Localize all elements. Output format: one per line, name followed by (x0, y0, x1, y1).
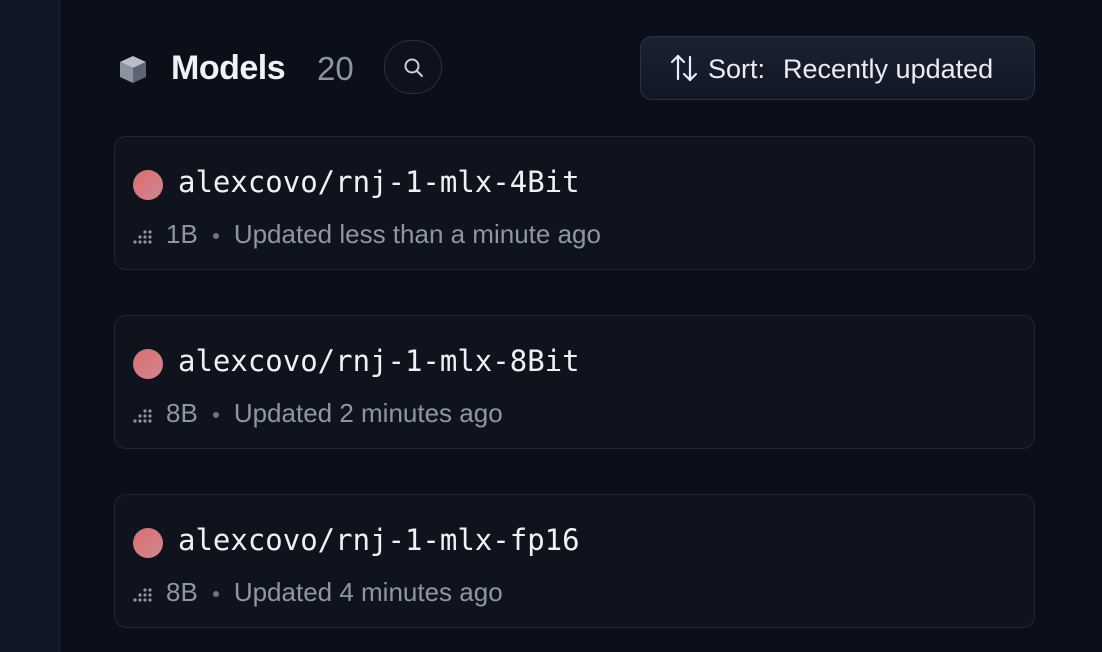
model-meta: 8B Updated 4 minutes ago (133, 577, 503, 610)
model-updated: Updated 2 minutes ago (233, 398, 503, 428)
separator-dot (212, 233, 219, 240)
cube-icon (117, 53, 149, 85)
avatar (133, 170, 163, 200)
model-updated: Updated less than a minute ago (233, 219, 601, 249)
sort-label: Sort: (708, 54, 766, 84)
models-header: Models 20 Sort: Recently updated (114, 36, 1035, 102)
separator-dot (212, 412, 219, 419)
model-params: 1B (166, 219, 198, 249)
model-card[interactable]: alexcovo/rnj-1-mlx-4Bit 1B Updated less t… (114, 136, 1035, 270)
model-meta: 8B Updated 2 minutes ago (133, 398, 503, 431)
parameters-icon (133, 400, 153, 431)
model-name[interactable]: alexcovo/rnj-1-mlx-4Bit (178, 165, 580, 199)
model-params: 8B (166, 577, 198, 607)
model-name[interactable]: alexcovo/rnj-1-mlx-fp16 (178, 523, 580, 557)
search-button[interactable] (384, 40, 442, 94)
model-params: 8B (166, 398, 198, 428)
parameters-icon (133, 579, 153, 610)
avatar (133, 528, 163, 558)
sort-value: Recently updated (783, 54, 994, 84)
sort-arrows-icon (669, 53, 699, 90)
model-updated: Updated 4 minutes ago (233, 577, 503, 607)
sidebar-strip (0, 0, 60, 652)
separator-dot (212, 591, 219, 598)
parameters-icon (133, 221, 153, 252)
model-name[interactable]: alexcovo/rnj-1-mlx-8Bit (178, 344, 580, 378)
model-card[interactable]: alexcovo/rnj-1-mlx-8Bit 8B Updated 2 minu… (114, 315, 1035, 449)
model-card[interactable]: alexcovo/rnj-1-mlx-fp16 8B Updated 4 minu… (114, 494, 1035, 628)
sort-button[interactable]: Sort: Recently updated (640, 36, 1035, 100)
models-count: 20 (317, 50, 354, 87)
avatar (133, 349, 163, 379)
model-meta: 1B Updated less than a minute ago (133, 219, 601, 252)
page-title: Models (171, 49, 286, 87)
